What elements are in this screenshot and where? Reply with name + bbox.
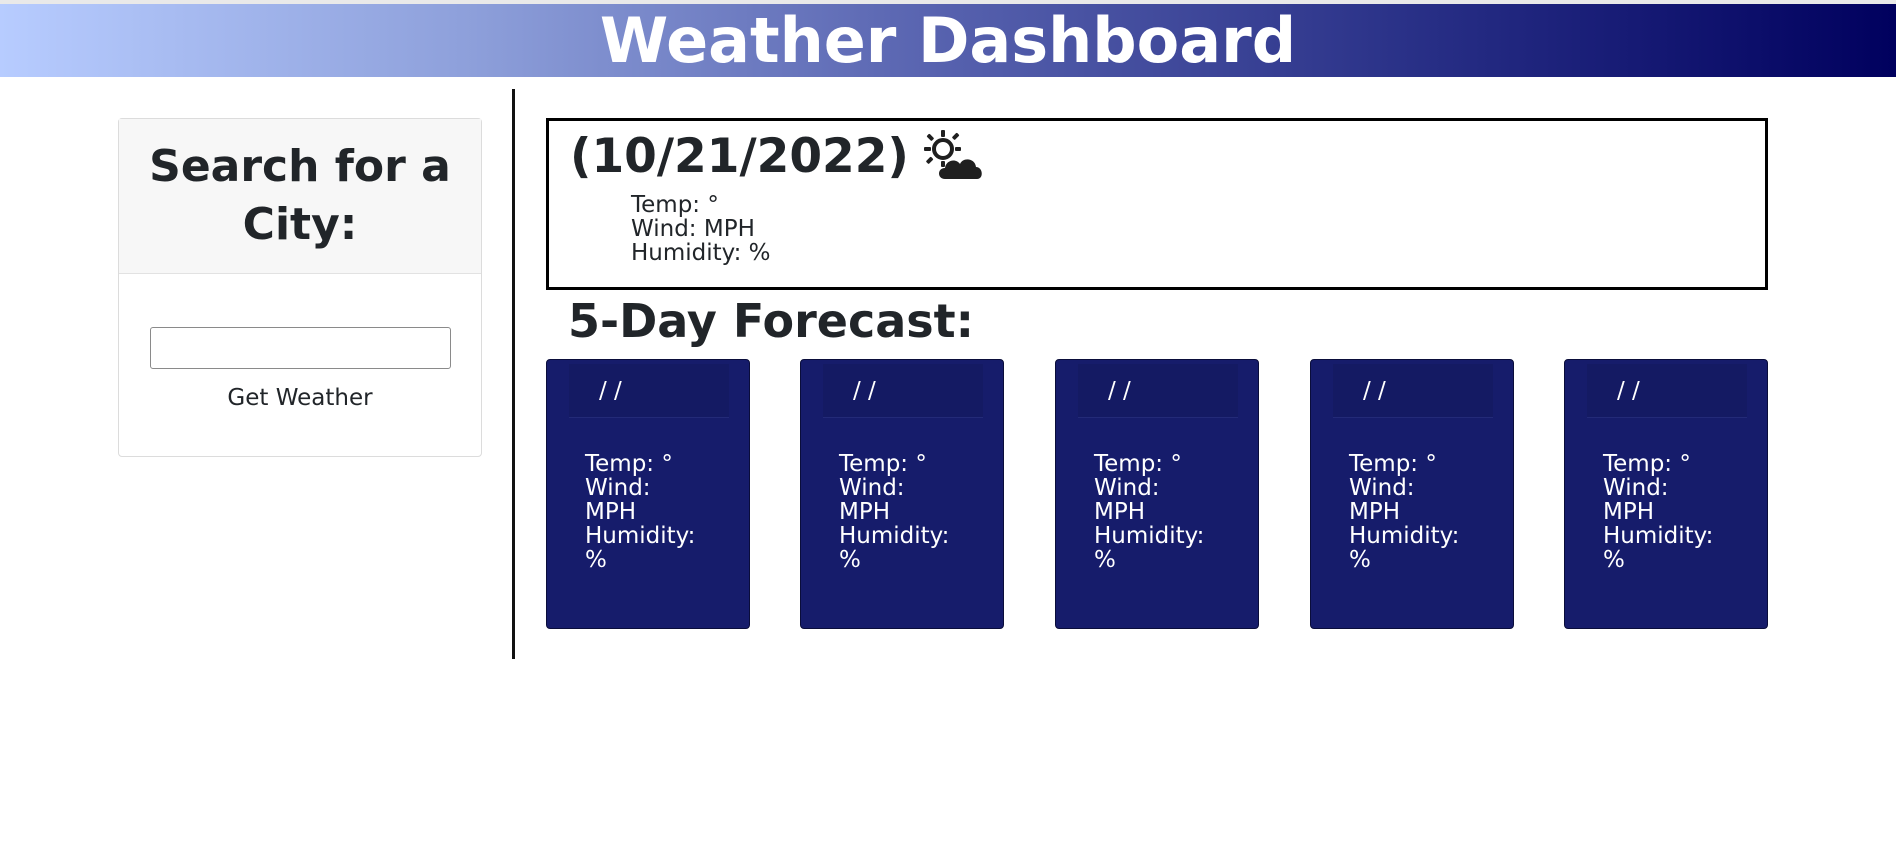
current-humidity: Humidity: % — [631, 240, 771, 266]
forecast-stats: Temp: ° Wind: MPH Humidity: % — [585, 452, 735, 572]
current-temp: Temp: ° — [631, 192, 719, 218]
current-stats: Temp: ° Wind: MPH Humidity: % — [631, 193, 771, 265]
forecast-stats: Temp: ° Wind: MPH Humidity: % — [839, 452, 989, 572]
forecast-humidity-unit: % — [1349, 547, 1371, 573]
forecast-wind-unit: MPH — [1603, 499, 1655, 525]
forecast-humidity-label: Humidity: — [585, 523, 696, 549]
get-weather-button[interactable]: Get Weather — [119, 383, 481, 413]
forecast-stats: Temp: ° Wind: MPH Humidity: % — [1603, 452, 1753, 572]
forecast-humidity-label: Humidity: — [1349, 523, 1460, 549]
page-title: Weather Dashboard — [599, 4, 1297, 77]
forecast-wind-label: Wind: — [1349, 475, 1415, 501]
forecast-humidity-unit: % — [1094, 547, 1116, 573]
city-search-input[interactable] — [150, 327, 451, 369]
search-panel-header: Search for a City: — [119, 119, 481, 274]
forecast-wind-unit: MPH — [1349, 499, 1401, 525]
forecast-temp: Temp: ° — [585, 451, 673, 477]
forecast-title: 5-Day Forecast: — [568, 294, 975, 348]
forecast-wind-label: Wind: — [585, 475, 651, 501]
page-header: Weather Dashboard — [0, 4, 1896, 77]
forecast-wind-unit: MPH — [585, 499, 637, 525]
forecast-wind-label: Wind: — [1603, 475, 1669, 501]
vertical-divider — [512, 89, 515, 659]
forecast-date: / / — [1587, 364, 1747, 418]
forecast-card: / / Temp: ° Wind: MPH Humidity: % — [1055, 359, 1259, 629]
forecast-card: / / Temp: ° Wind: MPH Humidity: % — [1310, 359, 1514, 629]
forecast-wind-label: Wind: — [839, 475, 905, 501]
forecast-date: / / — [569, 364, 729, 418]
forecast-stats: Temp: ° Wind: MPH Humidity: % — [1349, 452, 1499, 572]
search-title: Search for a City: — [149, 141, 451, 250]
forecast-temp: Temp: ° — [1603, 451, 1691, 477]
forecast-humidity-label: Humidity: — [1603, 523, 1714, 549]
current-weather-panel: (10/21/2022) Temp: ° Wind: MPH Humidity: — [546, 118, 1768, 290]
sun-behind-cloud-icon — [921, 127, 985, 187]
forecast-humidity-unit: % — [1603, 547, 1625, 573]
current-wind: Wind: MPH — [631, 216, 755, 242]
forecast-wind-label: Wind: — [1094, 475, 1160, 501]
forecast-temp: Temp: ° — [1094, 451, 1182, 477]
forecast-date: / / — [1333, 364, 1493, 418]
forecast-date: / / — [823, 364, 983, 418]
current-weather-heading: (10/21/2022) — [570, 125, 985, 189]
forecast-wind-unit: MPH — [839, 499, 891, 525]
forecast-humidity-label: Humidity: — [839, 523, 950, 549]
search-panel: Search for a City: Get Weather — [118, 118, 482, 457]
current-date: (10/21/2022) — [570, 129, 909, 184]
forecast-humidity-unit: % — [839, 547, 861, 573]
forecast-humidity-unit: % — [585, 547, 607, 573]
forecast-card: / / Temp: ° Wind: MPH Humidity: % — [1564, 359, 1768, 629]
forecast-date: / / — [1078, 364, 1238, 418]
forecast-card: / / Temp: ° Wind: MPH Humidity: % — [800, 359, 1004, 629]
forecast-stats: Temp: ° Wind: MPH Humidity: % — [1094, 452, 1244, 572]
forecast-temp: Temp: ° — [839, 451, 927, 477]
forecast-temp: Temp: ° — [1349, 451, 1437, 477]
forecast-card: / / Temp: ° Wind: MPH Humidity: % — [546, 359, 750, 629]
forecast-humidity-label: Humidity: — [1094, 523, 1205, 549]
forecast-wind-unit: MPH — [1094, 499, 1146, 525]
